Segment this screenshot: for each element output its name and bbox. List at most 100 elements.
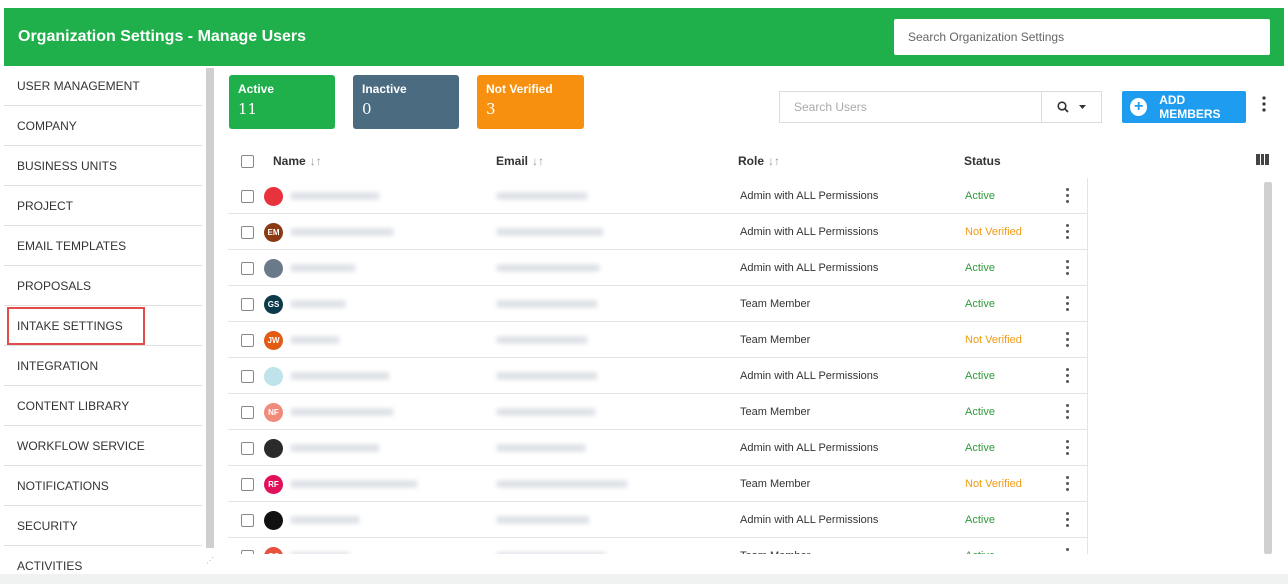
table-row[interactable]: Admin with ALL Permissions Active xyxy=(228,430,1088,466)
sidebar-item-business-units[interactable]: BUSINESS UNITS xyxy=(4,146,202,186)
row-more-options-icon[interactable] xyxy=(1064,548,1070,554)
user-role: Admin with ALL Permissions xyxy=(740,190,879,202)
status-badge: Active xyxy=(965,406,995,418)
status-badge: Active xyxy=(965,550,995,554)
row-checkbox[interactable] xyxy=(241,550,254,554)
organization-settings-search-input[interactable] xyxy=(894,19,1270,55)
row-more-options-icon[interactable] xyxy=(1064,296,1070,311)
active-count-card[interactable]: Active 11 xyxy=(229,75,335,129)
photo-avatar-icon xyxy=(264,259,283,278)
sidebar-item-label: INTEGRATION xyxy=(17,358,99,373)
redacted-user-name xyxy=(290,372,390,380)
status-badge: Active xyxy=(965,190,995,202)
sidebar-item-proposals[interactable]: PROPOSALS xyxy=(4,266,202,306)
column-email-label: Email xyxy=(496,154,529,168)
table-row[interactable]: GS Team Member Active xyxy=(228,286,1088,322)
column-role[interactable]: Role ↓↑ xyxy=(738,154,780,168)
sidebar-item-project[interactable]: PROJECT xyxy=(4,186,202,226)
active-label: Active xyxy=(238,82,275,96)
sidebar-item-label: COMPANY xyxy=(17,118,77,133)
row-checkbox[interactable] xyxy=(241,262,254,275)
table-row[interactable]: Admin with ALL Permissions Active xyxy=(228,502,1088,538)
search-button[interactable] xyxy=(1041,92,1101,122)
sidebar-item-user-management[interactable]: USER MANAGEMENT xyxy=(4,66,202,106)
user-role: Team Member xyxy=(740,550,810,554)
sidebar-item-intake-settings[interactable]: INTAKE SETTINGS xyxy=(4,306,202,346)
inactive-count-card[interactable]: Inactive 0 xyxy=(353,75,459,129)
status-badge: Active xyxy=(965,298,995,310)
table-row[interactable]: Admin with ALL Permissions Active xyxy=(228,178,1088,214)
sidebar-item-workflow-service[interactable]: WORKFLOW SERVICE xyxy=(4,426,202,466)
table-row[interactable]: JW Team Member Not Verified xyxy=(228,322,1088,358)
row-more-options-icon[interactable] xyxy=(1064,440,1070,455)
sidebar-item-label: WORKFLOW SERVICE xyxy=(17,438,145,453)
column-name-label: Name xyxy=(273,154,306,168)
inactive-count: 0 xyxy=(362,100,372,118)
avatar: RF xyxy=(264,475,283,494)
user-role: Team Member xyxy=(740,298,811,310)
table-row[interactable]: RF Team Member Not Verified xyxy=(228,466,1088,502)
sidebar-item-email-templates[interactable]: EMAIL TEMPLATES xyxy=(4,226,202,266)
row-more-options-icon[interactable] xyxy=(1064,332,1070,347)
redacted-user-email xyxy=(496,480,628,488)
select-all-checkbox[interactable] xyxy=(241,155,254,168)
inactive-label: Inactive xyxy=(362,82,407,96)
row-checkbox[interactable] xyxy=(241,226,254,239)
avatar: JW xyxy=(264,331,283,350)
row-more-options-icon[interactable] xyxy=(1064,512,1070,527)
row-checkbox[interactable] xyxy=(241,442,254,455)
sidebar-item-label: BUSINESS UNITS xyxy=(17,158,118,173)
table-row[interactable]: NF Team Member Active xyxy=(228,394,1088,430)
row-checkbox[interactable] xyxy=(241,370,254,383)
redacted-user-email xyxy=(496,264,600,272)
columns-toggle-icon[interactable] xyxy=(1256,154,1270,165)
row-checkbox[interactable] xyxy=(241,514,254,527)
row-more-options-icon[interactable] xyxy=(1064,476,1070,491)
sidebar-item-notifications[interactable]: NOTIFICATIONS xyxy=(4,466,202,506)
row-more-options-icon[interactable] xyxy=(1064,260,1070,275)
redacted-user-name xyxy=(290,516,360,524)
not-verified-count-card[interactable]: Not Verified 3 xyxy=(477,75,584,129)
table-header: Name ↓↑ Email ↓↑ Role ↓↑ Status xyxy=(228,148,1278,176)
sidebar-item-activities[interactable]: ACTIVITIES xyxy=(4,546,202,574)
redacted-user-email xyxy=(496,444,586,452)
row-checkbox[interactable] xyxy=(241,406,254,419)
row-checkbox[interactable] xyxy=(241,478,254,491)
row-more-options-icon[interactable] xyxy=(1064,188,1070,203)
resize-grip-icon[interactable]: ⋰ xyxy=(206,556,216,566)
table-row[interactable]: Admin with ALL Permissions Active xyxy=(228,250,1088,286)
table-row[interactable]: GS Team Member Active xyxy=(228,538,1088,554)
column-email[interactable]: Email ↓↑ xyxy=(496,154,544,168)
column-status: Status xyxy=(964,154,1001,168)
status-badge: Active xyxy=(965,442,995,454)
sidebar-item-content-library[interactable]: CONTENT LIBRARY xyxy=(4,386,202,426)
row-more-options-icon[interactable] xyxy=(1064,404,1070,419)
row-checkbox[interactable] xyxy=(241,298,254,311)
column-name[interactable]: Name ↓↑ xyxy=(273,154,322,168)
active-count: 11 xyxy=(238,100,258,118)
status-badge: Active xyxy=(965,514,995,526)
sidebar-item-label: ACTIVITIES xyxy=(17,558,83,573)
sidebar-item-security[interactable]: SECURITY xyxy=(4,506,202,546)
sidebar-item-company[interactable]: COMPANY xyxy=(4,106,202,146)
table-row[interactable]: Admin with ALL Permissions Active xyxy=(228,358,1088,394)
redacted-user-email xyxy=(496,300,598,308)
more-options-icon[interactable] xyxy=(1258,96,1270,112)
search-icon xyxy=(1057,101,1069,113)
row-checkbox[interactable] xyxy=(241,334,254,347)
table-row[interactable]: EM Admin with ALL Permissions Not Verified xyxy=(228,214,1088,250)
sort-icon: ↓↑ xyxy=(309,154,322,168)
table-scrollbar[interactable] xyxy=(1264,182,1272,554)
sidebar-item-integration[interactable]: INTEGRATION xyxy=(4,346,202,386)
redacted-user-email xyxy=(496,228,604,236)
redacted-user-name xyxy=(290,444,380,452)
sidebar-scrollbar[interactable] xyxy=(206,68,214,548)
row-more-options-icon[interactable] xyxy=(1064,224,1070,239)
status-badge: Active xyxy=(965,370,995,382)
row-more-options-icon[interactable] xyxy=(1064,368,1070,383)
add-members-button[interactable]: + ADD MEMBERS xyxy=(1122,91,1246,123)
row-checkbox[interactable] xyxy=(241,190,254,203)
user-role: Team Member xyxy=(740,406,811,418)
status-badge: Active xyxy=(965,262,995,274)
search-users-input[interactable] xyxy=(780,92,1041,122)
